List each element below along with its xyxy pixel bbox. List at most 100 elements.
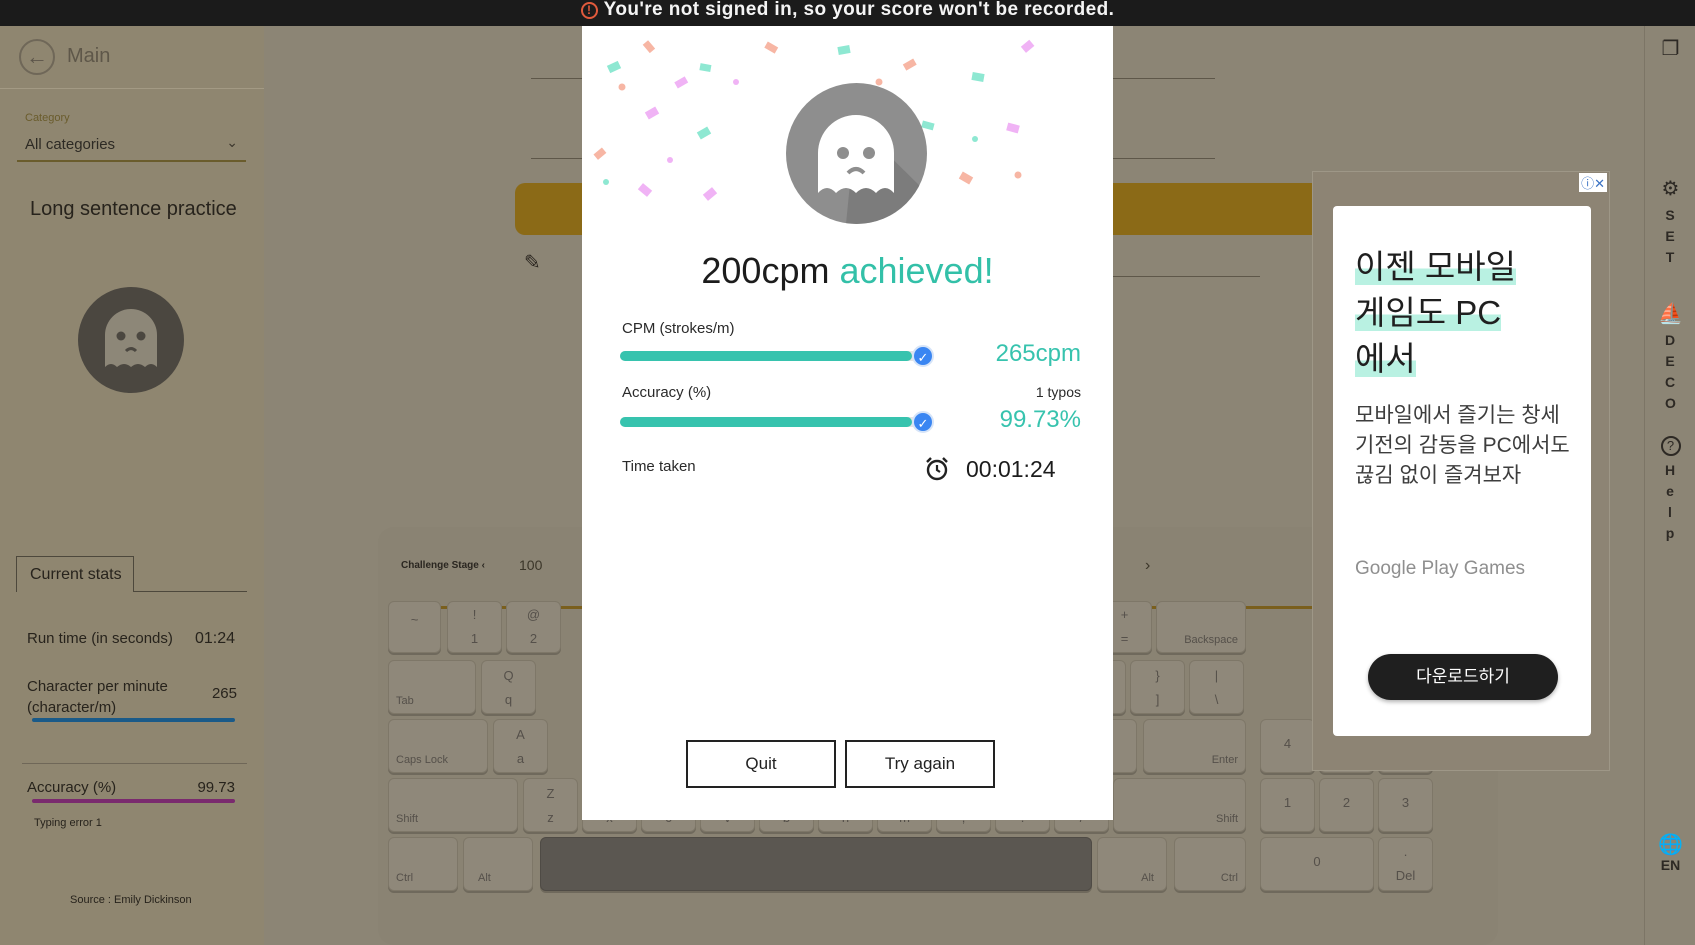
accuracy-bar <box>32 799 235 803</box>
divider <box>133 591 247 592</box>
settings-label: SET <box>1665 207 1675 265</box>
main-label[interactable]: Main <box>67 45 110 68</box>
deco-button[interactable]: ⛵ DECO <box>1645 301 1695 414</box>
alarm-clock-icon <box>926 457 948 481</box>
stage-start[interactable]: 100 <box>519 557 542 573</box>
typo-count: 1 typos <box>1035 384 1081 400</box>
window-icon: ❐ <box>1661 38 1680 60</box>
key-q[interactable]: Qq <box>481 660 536 714</box>
try-again-button[interactable]: Try again <box>845 740 995 788</box>
practice-title: Long sentence practice <box>30 198 237 220</box>
cpm-bar <box>32 718 235 722</box>
warning-icon: ! <box>580 2 598 19</box>
result-value: 200cpm <box>701 250 830 291</box>
pencil-icon[interactable]: ✎ <box>524 250 541 275</box>
settings-button[interactable]: ⚙ SET <box>1645 176 1695 268</box>
ghost-avatar <box>786 83 927 224</box>
key-ctrl-right[interactable]: Ctrl <box>1174 837 1246 891</box>
key-space[interactable] <box>540 837 1092 891</box>
key-num4[interactable]: 4 <box>1260 719 1315 773</box>
ghost-avatar <box>78 287 184 393</box>
language-label: EN <box>1660 857 1681 873</box>
key-alt-left[interactable]: Alt <box>463 837 533 891</box>
banner-message: You're not signed in, so your score won'… <box>603 0 1115 20</box>
key-backspace[interactable]: Backspace <box>1156 601 1246 653</box>
help-icon: ? <box>1660 436 1681 456</box>
ad-brand: Google Play Games <box>1355 558 1526 579</box>
stat-runtime-value: 01:24 <box>194 630 235 647</box>
category-value: All categories <box>25 136 116 153</box>
window-button[interactable]: ❐ <box>1645 36 1695 61</box>
key-a[interactable]: Aa <box>493 719 548 773</box>
key-num2[interactable]: 2 <box>1319 778 1374 832</box>
stat-accuracy-value: 99.73 <box>197 779 235 796</box>
divider <box>22 763 247 764</box>
tab-current-stats[interactable]: Current stats <box>16 556 134 592</box>
result-headline: 200cpm achieved! <box>582 250 1113 292</box>
stat-cpm-value: 265 <box>211 685 237 702</box>
ad-headline: 이젠 모바일 게임도 PC 에서 <box>1355 248 1516 377</box>
stat-accuracy-label: Accuracy (%) <box>27 779 117 796</box>
stat-cpm: Character per minute (character/m) 265 <box>27 676 237 718</box>
key-capslock[interactable]: Caps Lock <box>388 719 488 773</box>
deco-icon: ⛵ <box>1658 303 1683 325</box>
cpm-label: CPM (strokes/m) <box>622 320 735 337</box>
cpm-value: 265cpm <box>995 340 1081 367</box>
ghost-icon <box>105 309 157 367</box>
ghost-icon <box>818 115 927 224</box>
stat-runtime: Run time (in seconds) 01:24 <box>27 630 235 647</box>
category-select[interactable]: All categories ⌄ <box>17 128 246 162</box>
accuracy-progress-bar <box>620 417 924 427</box>
gear-icon: ⚙ <box>1661 178 1680 200</box>
quit-button[interactable]: Quit <box>686 740 836 788</box>
key-1[interactable]: ! 1 <box>447 601 502 653</box>
right-toolbar: ❐ ⚙ SET ⛵ DECO ? Help 🌐 EN <box>1644 26 1695 945</box>
key-alt-right[interactable]: Alt <box>1097 837 1167 891</box>
check-icon: ✓ <box>912 345 934 367</box>
chevron-down-icon: ⌄ <box>226 134 238 150</box>
key-enter[interactable]: Enter <box>1143 719 1246 773</box>
result-modal: 200cpm achieved! CPM (strokes/m) ✓ 265cp… <box>582 26 1113 820</box>
advertisement[interactable]: ⓘ✕ 이젠 모바일 게임도 PC 에서 모바일에서 즐기는 창세기전의 감동을 … <box>1312 171 1610 771</box>
globe-icon: 🌐 <box>1658 834 1683 856</box>
stage-next-icon[interactable]: › <box>1145 557 1150 575</box>
key-del[interactable]: . Del <box>1378 837 1433 891</box>
key-shift-left[interactable]: Shift <box>388 778 518 832</box>
key-num1[interactable]: 1 <box>1260 778 1315 832</box>
ad-card[interactable]: 이젠 모바일 게임도 PC 에서 모바일에서 즐기는 창세기전의 감동을 PC에… <box>1333 206 1591 736</box>
check-icon: ✓ <box>912 411 934 433</box>
key-z[interactable]: Zz <box>523 778 578 832</box>
ad-close-icon[interactable]: ⓘ✕ <box>1579 173 1607 192</box>
key-ctrl-left[interactable]: Ctrl <box>388 837 458 891</box>
help-button[interactable]: ? Help <box>1645 436 1695 544</box>
stat-accuracy: Accuracy (%) 99.73 <box>27 779 235 796</box>
cpm-progress-bar <box>620 351 924 361</box>
key-num0[interactable]: 0 <box>1260 837 1374 891</box>
source-credit: Source : Emily Dickinson <box>70 894 192 906</box>
time-label: Time taken <box>622 458 696 475</box>
ad-body: 모바일에서 즐기는 창세기전의 감동을 PC에서도 끊김 없이 즐겨보자 <box>1355 404 1570 487</box>
signin-warning-banner: ! You're not signed in, so your score won… <box>0 0 1695 26</box>
key-2[interactable]: @2 <box>506 601 561 653</box>
stat-cpm-label: Character per minute (character/m) <box>27 678 168 716</box>
accuracy-value: 99.73% <box>999 406 1081 433</box>
divider <box>0 88 264 89</box>
language-button[interactable]: 🌐 EN <box>1645 832 1695 873</box>
key-rbracket[interactable]: }] <box>1130 660 1185 714</box>
key-tab[interactable]: Tab <box>388 660 476 714</box>
deco-label: DECO <box>1665 332 1676 411</box>
challenge-stage-label: Challenge Stage ‹ <box>401 560 485 571</box>
help-label: Help <box>1665 462 1676 541</box>
time-value: 00:01:24 <box>966 456 1056 482</box>
result-word: achieved! <box>839 250 994 291</box>
key-num3[interactable]: 3 <box>1378 778 1433 832</box>
key-shift-right[interactable]: Shift <box>1113 778 1246 832</box>
key-tilde[interactable]: ~ <box>388 601 441 653</box>
typing-error-count: Typing error 1 <box>34 817 102 829</box>
ad-download-button[interactable]: 다운로드하기 <box>1368 654 1558 700</box>
stat-runtime-label: Run time (in seconds) <box>27 630 173 647</box>
sidebar: ← Main Category All categories ⌄ Long se… <box>0 26 264 945</box>
back-arrow-icon: ← <box>26 44 48 69</box>
key-backslash[interactable]: | \ <box>1189 660 1244 714</box>
back-button[interactable]: ← <box>19 39 55 75</box>
